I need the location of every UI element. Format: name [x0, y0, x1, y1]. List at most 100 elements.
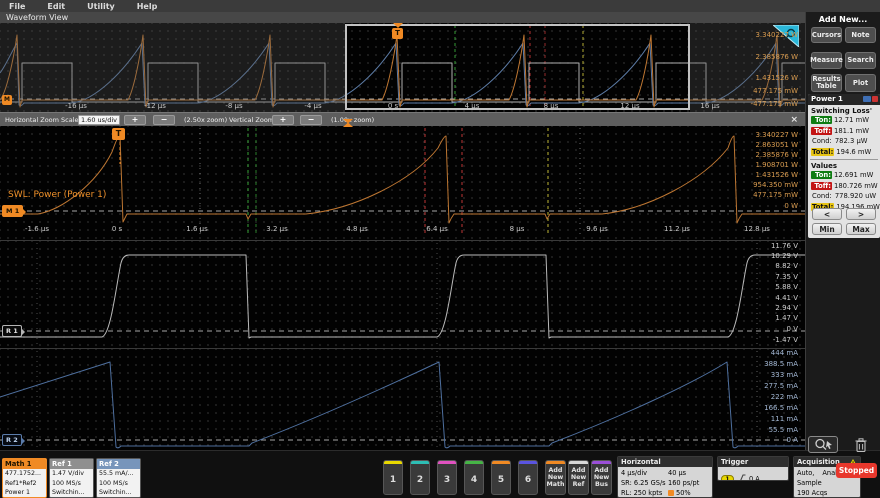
trash-button[interactable]: [853, 436, 869, 453]
meas-row: Ton: 12.71 mW: [808, 115, 880, 126]
ref1-badge-title: Ref 1: [50, 459, 93, 469]
power-trigger-marker[interactable]: T: [112, 128, 125, 140]
cond-value: 782.3 µW: [834, 137, 868, 146]
switching-loss-section-title: Switching Loss': [811, 107, 872, 115]
add-plot-button[interactable]: Plot: [845, 74, 876, 92]
record-length: RL: 250 kpts: [621, 489, 663, 497]
vertical-zoom-label: Vertical Zoom: [229, 116, 275, 124]
cond-label: Cond:: [812, 192, 832, 201]
zoom-toolbar: Horizontal Zoom Scale + − (2.50x zoom) V…: [0, 112, 805, 126]
channel-3-button[interactable]: 3: [437, 460, 457, 495]
ton-label: Ton:: [811, 171, 832, 180]
power-source-badge[interactable]: M 1: [2, 205, 27, 217]
menu-file[interactable]: File: [9, 2, 25, 11]
math1-badge[interactable]: Math 1 477.1752... Ref1*Ref2 Power 1: [2, 458, 47, 498]
zoom-close-icon[interactable]: ×: [790, 115, 798, 125]
prev-result-button[interactable]: <: [812, 208, 842, 220]
hzoom-plus-button[interactable]: +: [124, 115, 146, 125]
right-sidebar: Add New... Cursors Note Measure Search R…: [805, 12, 880, 450]
zoom-tool-button[interactable]: [808, 436, 838, 453]
trigger-panel[interactable]: Trigger 1 0 A: [717, 456, 789, 481]
overview-math-badge[interactable]: M: [2, 95, 12, 105]
meas-row: Ton: 12.691 mW: [808, 170, 880, 181]
overview-waveform-panel[interactable]: T M 3.340227 W 2.385876 W 1.431526 W 477…: [0, 23, 805, 112]
ref1-row: 1.47 V/div: [52, 470, 84, 477]
hzoom-minus-button[interactable]: −: [153, 115, 175, 125]
ref1-badge[interactable]: Ref 1 1.47 V/div 100 MS/s Switchin...: [49, 458, 94, 498]
add-cursors-button[interactable]: Cursors: [811, 27, 842, 43]
values-section-title: Values: [811, 162, 838, 170]
run-stop-status-button[interactable]: Stopped: [836, 463, 877, 478]
add-note-button[interactable]: Note: [845, 27, 876, 43]
ref2-row: 55.5 mA/...: [99, 470, 134, 477]
meas-row: Cond: 782.3 µW: [808, 136, 880, 147]
meas-row: Total: 194.6 mW: [808, 147, 880, 158]
horizontal-panel-title: Horizontal: [621, 458, 661, 466]
power1-panel-title: Power 1: [811, 95, 843, 103]
next-result-button[interactable]: >: [846, 208, 876, 220]
overview-trigger-marker[interactable]: T: [392, 28, 403, 39]
max-button[interactable]: Max: [846, 223, 876, 235]
min-button[interactable]: Min: [812, 223, 842, 235]
oscilloscope-app: File Edit Utility Help Waveform View T M…: [0, 0, 880, 498]
ton-label: Ton:: [811, 116, 832, 125]
menu-bar: File Edit Utility Help: [0, 0, 880, 12]
magnifier-icon: [815, 438, 832, 450]
horizontal-zoom-scale-input[interactable]: [78, 115, 120, 125]
sample-rate: SR: 6.25 GS/s: [621, 479, 666, 487]
acq-sample: Sample: [797, 479, 822, 487]
horizontal-window: 40 µs: [668, 469, 687, 477]
meas-row: Cond: 778.920 uW: [808, 191, 880, 202]
math1-row: Ref1*Ref2: [5, 479, 37, 487]
ref2-row: Switchin...: [99, 489, 132, 496]
current-waveform-panel[interactable]: R 2 444 mA 388.5 mA 333 mA 277.5 mA 222 …: [0, 349, 805, 450]
panel-badge-red-icon: [872, 96, 878, 102]
channel-1-button[interactable]: 1: [383, 460, 403, 495]
channel-2-button[interactable]: 2: [410, 460, 430, 495]
power-waveform-panel[interactable]: T SWL: Power (Power 1) M 1 3.340227 W 2.…: [0, 126, 805, 240]
vzoom-factor-label: (1.00x zoom): [331, 116, 375, 124]
add-new-ref-button[interactable]: Add New Ref: [568, 460, 589, 495]
divider: [810, 159, 878, 160]
voltage-waveform-panel[interactable]: R 1 11.76 V 10.29 V 8.82 V 7.35 V 5.88 V…: [0, 241, 805, 348]
channel-6-button[interactable]: 6: [518, 460, 538, 495]
panel-badge-blue-icon: [863, 96, 871, 102]
ref1-row: 100 MS/s: [52, 479, 81, 487]
voltage-trace: [0, 243, 805, 346]
tool-icons: [805, 435, 880, 455]
trigger-panel-title: Trigger: [721, 458, 749, 466]
menu-help[interactable]: Help: [137, 2, 158, 11]
add-search-button[interactable]: Search: [845, 52, 876, 69]
menu-utility[interactable]: Utility: [87, 2, 115, 11]
ref2-badge-title: Ref 2: [97, 459, 140, 469]
channel-5-button[interactable]: 5: [491, 460, 511, 495]
cond-value: 778.920 uW: [834, 192, 877, 201]
math1-row: Power 1: [5, 489, 31, 496]
ton-value: 12.691 mW: [834, 171, 874, 180]
add-new-math-button[interactable]: Add New Math: [545, 460, 566, 495]
voltage-source-badge[interactable]: R 1: [2, 325, 25, 337]
ref2-badge[interactable]: Ref 2 55.5 mA/... 100 MS/s Switchin...: [96, 458, 141, 498]
cond-label: Cond:: [812, 137, 832, 146]
toff-value: 180.726 mW: [834, 181, 878, 190]
add-new-bus-button[interactable]: Add New Bus: [591, 460, 612, 495]
horizontal-panel[interactable]: Horizontal 4 µs/div 40 µs SR: 6.25 GS/s 16…: [617, 456, 713, 498]
toff-value: 181.1 mW: [834, 126, 869, 135]
power-trace: [0, 128, 805, 236]
power1-results-panel[interactable]: Power 1 Switching Loss' Ton: 12.71 mW Tof…: [808, 94, 880, 238]
acq-count: 190 Acqs: [797, 489, 828, 497]
add-results-table-button[interactable]: Results Table: [811, 74, 842, 92]
vzoom-plus-button[interactable]: +: [272, 115, 294, 125]
position-marker-icon: [668, 490, 674, 496]
menu-edit[interactable]: Edit: [47, 2, 65, 11]
ref1-row: Switchin...: [52, 489, 85, 496]
total-value: 194.6 mW: [836, 147, 872, 156]
add-measure-button[interactable]: Measure: [810, 52, 843, 69]
waveform-view-tab[interactable]: Waveform View: [0, 12, 805, 23]
current-source-badge[interactable]: R 2: [2, 434, 25, 446]
ref2-row: 100 MS/s: [99, 479, 128, 487]
toff-label: Toff:: [811, 181, 832, 190]
channel-4-button[interactable]: 4: [464, 460, 484, 495]
vzoom-minus-button[interactable]: −: [300, 115, 322, 125]
overview-zoom-corner-icon[interactable]: [773, 25, 799, 47]
